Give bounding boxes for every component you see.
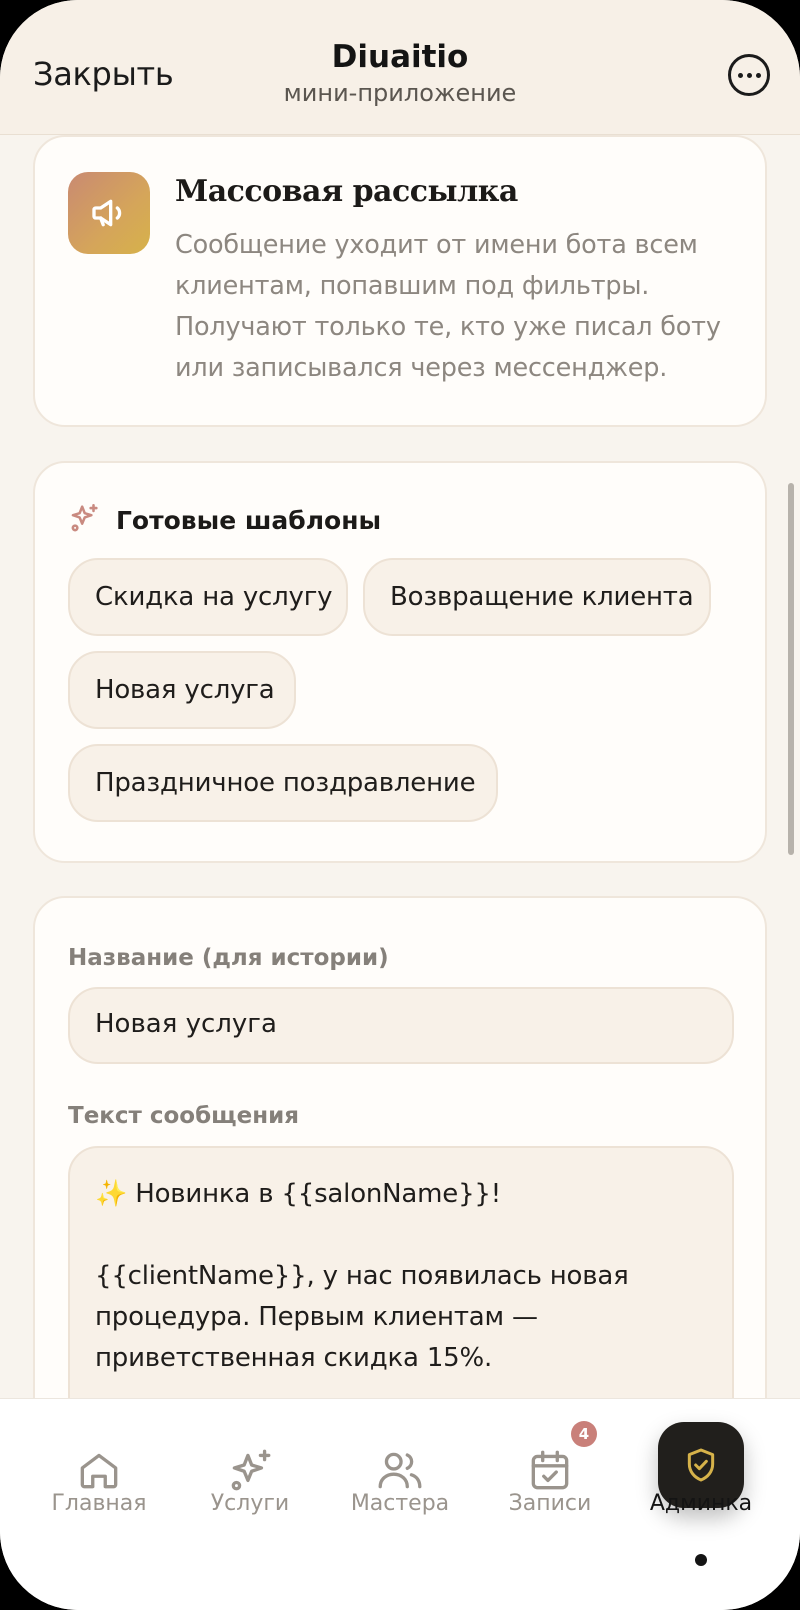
active-indicator xyxy=(695,1554,707,1566)
scrollbar[interactable] xyxy=(788,483,794,855)
nav-label-admin: Админка xyxy=(649,1491,753,1516)
template-chip-return-client[interactable]: Возвращение клиента xyxy=(363,558,711,636)
title-block: Diuaitio мини-приложение xyxy=(0,38,800,108)
nav-label-bookings: Записи xyxy=(508,1491,592,1516)
more-horizontal-icon[interactable] xyxy=(728,54,770,96)
nav-item-bookings[interactable]: Записи xyxy=(475,1399,625,1610)
template-chip-holiday[interactable]: Праздничное поздравление xyxy=(68,744,498,822)
users-icon xyxy=(375,1445,425,1495)
top-bar: Закрыть Diuaitio мини-приложение xyxy=(0,0,800,135)
app-screen: Закрыть Diuaitio мини-приложение Массова… xyxy=(0,0,800,1610)
info-title: Массовая рассылка xyxy=(175,174,518,209)
templates-heading: Готовые шаблоны xyxy=(116,505,382,535)
nav-label-home: Главная xyxy=(51,1491,147,1516)
bottom-navigation: Главная Услуги Мастера Записи 4 Админка xyxy=(0,1398,800,1610)
broadcast-info-card: Массовая рассылка Сообщение уходит от им… xyxy=(33,135,767,427)
megaphone-icon xyxy=(68,172,150,254)
name-input-value: Новая услуга xyxy=(95,1009,277,1039)
calendar-check-icon xyxy=(525,1445,575,1495)
message-text: ✨ Новинка в {{salonName}}! {{clientName}… xyxy=(95,1179,629,1373)
templates-card: Готовые шаблоны Скидка на услугу Возвращ… xyxy=(33,461,767,863)
nav-label-services: Услуги xyxy=(210,1491,290,1516)
name-input[interactable]: Новая услуга xyxy=(68,987,734,1064)
template-chip-new-service[interactable]: Новая услуга xyxy=(68,651,296,729)
home-icon xyxy=(74,1445,124,1495)
app-subtitle: мини-приложение xyxy=(283,79,517,107)
bookings-count-badge: 4 xyxy=(571,1421,597,1447)
info-description: Сообщение уходит от имени бота всем клие… xyxy=(175,230,721,383)
nav-item-home[interactable]: Главная xyxy=(24,1399,174,1610)
name-field-label: Название (для истории) xyxy=(68,945,389,971)
app-title: Diuaitio xyxy=(331,39,469,75)
template-chip-discount[interactable]: Скидка на услугу xyxy=(68,558,348,636)
sparkles-icon xyxy=(68,501,102,539)
nav-item-masters[interactable]: Мастера xyxy=(325,1399,475,1610)
message-field-label: Текст сообщения xyxy=(68,1103,299,1129)
nav-label-masters: Мастера xyxy=(350,1491,450,1516)
sparkles-icon xyxy=(225,1445,275,1495)
nav-item-admin[interactable]: Админка xyxy=(626,1399,776,1610)
templates-header: Готовые шаблоны xyxy=(68,501,381,539)
nav-item-services[interactable]: Услуги xyxy=(175,1399,325,1610)
